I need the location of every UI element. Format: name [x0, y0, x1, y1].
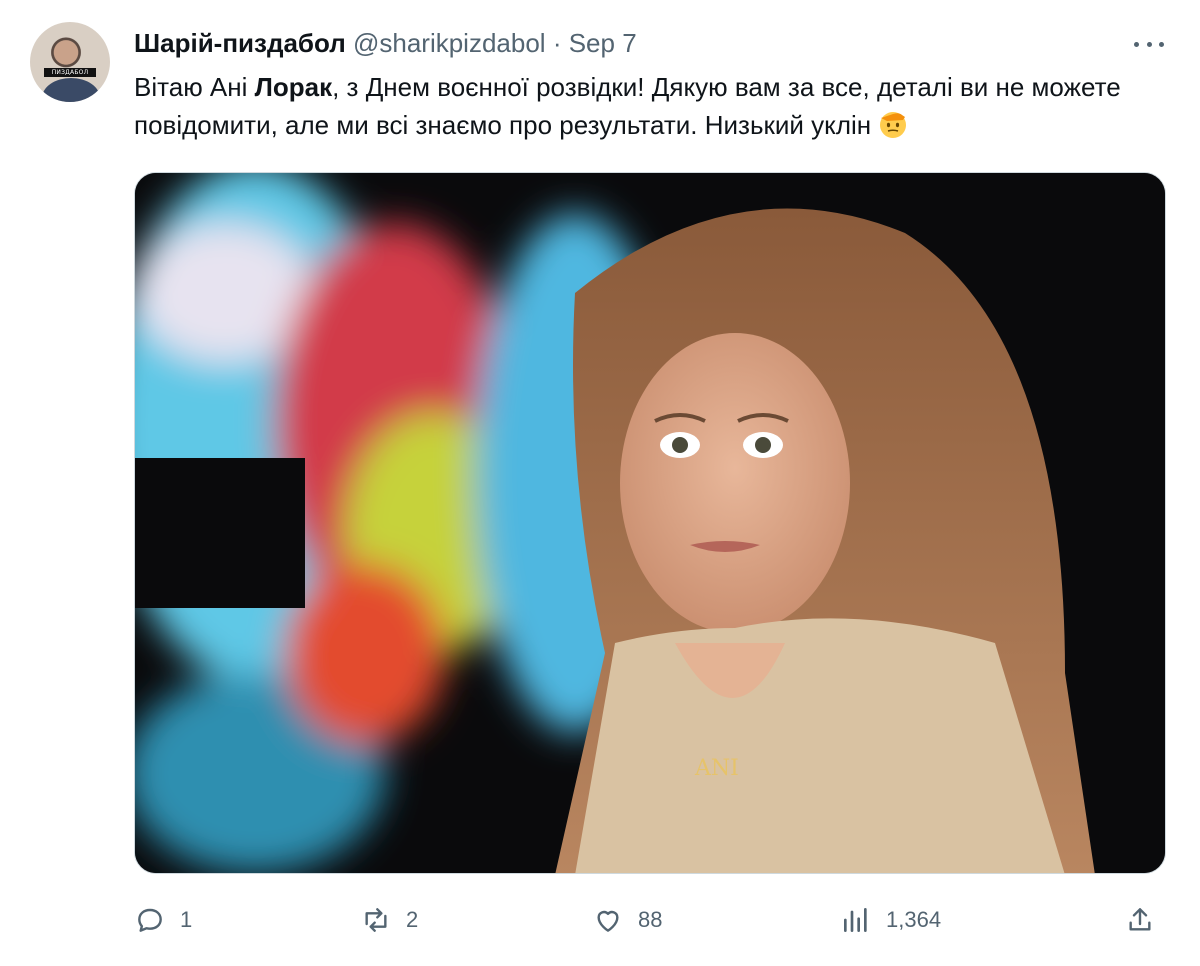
user-handle[interactable]: @sharikpizdabol — [353, 28, 546, 58]
retweet-count: 2 — [406, 907, 419, 932]
tweet-text-bold: Лорак — [254, 72, 333, 102]
retweet-icon — [365, 908, 387, 932]
tweet-image[interactable]: ANI — [134, 172, 1166, 874]
share-button[interactable] — [1124, 900, 1170, 940]
views-count: 1,364 — [886, 907, 942, 932]
like-button[interactable]: 88 — [592, 900, 662, 940]
display-name[interactable]: Шарій-пиздабол — [134, 28, 346, 58]
avatar-shirt — [42, 78, 100, 102]
more-options-icon[interactable] — [1134, 34, 1164, 54]
like-count: 88 — [638, 907, 663, 932]
saluting-face-emoji-icon — [877, 108, 909, 140]
separator-dot: · — [552, 28, 562, 58]
photo-scene: ANI — [135, 173, 1165, 873]
tweet-text-part1: Вітаю Ані — [134, 72, 255, 102]
avatar-label: ПИЗДАБОЛ — [44, 68, 96, 77]
tweet-header: Шарій-пиздабол @sharikpizdabol · Sep 7 — [134, 26, 637, 60]
reply-icon — [138, 908, 162, 932]
tweet-text: Вітаю Ані Лорак, з Днем воєнної розвідки… — [134, 68, 1164, 144]
reply-button[interactable]: 1 — [134, 900, 192, 940]
share-icon — [1129, 908, 1151, 931]
tweet-date[interactable]: Sep 7 — [569, 28, 637, 58]
views-button[interactable]: 1,364 — [840, 900, 941, 940]
reply-count: 1 — [180, 907, 193, 932]
avatar[interactable]: ПИЗДАБОЛ — [30, 22, 110, 102]
heart-icon — [597, 910, 619, 932]
tweet[interactable]: ПИЗДАБОЛ Шарій-пиздабол @sharikpizdabol … — [0, 0, 1200, 966]
views-icon — [844, 908, 867, 932]
necklace-text: ANI — [694, 756, 739, 781]
retweet-button[interactable]: 2 — [360, 900, 418, 940]
action-bar: 1 2 88 1,364 — [134, 900, 1166, 940]
